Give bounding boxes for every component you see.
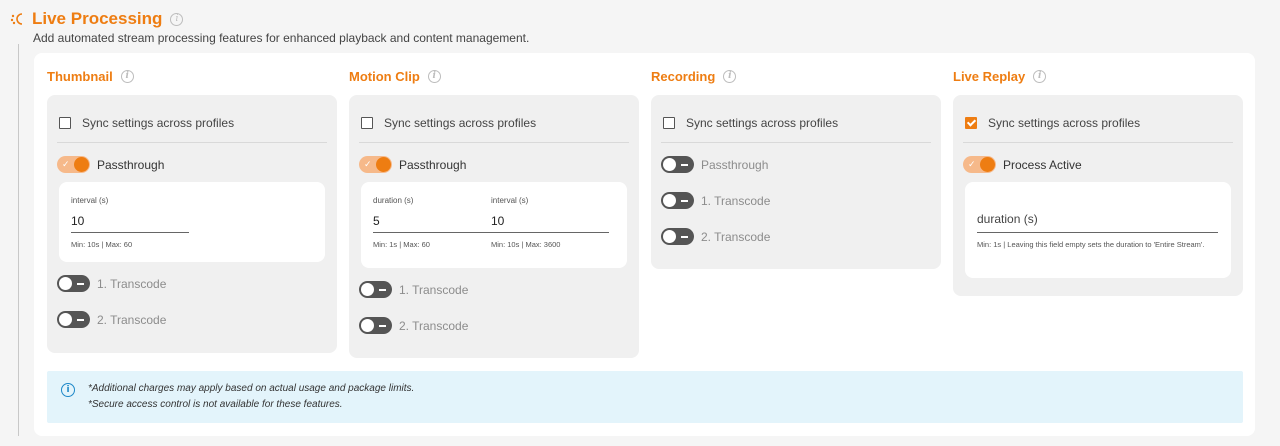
recording-title: Recording i xyxy=(651,69,737,84)
toggle-label: Process Active xyxy=(1003,157,1082,172)
duration-input[interactable]: duration (s) xyxy=(977,212,1218,226)
check-icon: ✓ xyxy=(968,159,976,169)
sync-checkbox[interactable] xyxy=(59,117,71,129)
toggle-label: 2. Transcode xyxy=(399,318,469,333)
info-icon[interactable]: i xyxy=(120,70,134,83)
notice-banner: i *Additional charges may apply based on… xyxy=(47,371,1243,423)
transcode-1-toggle-row[interactable]: 1. Transcode xyxy=(661,192,770,209)
sync-checkbox[interactable] xyxy=(361,117,373,129)
sync-label: Sync settings across profiles xyxy=(82,116,235,130)
live-processing-icon xyxy=(10,9,26,29)
toggle-label: 1. Transcode xyxy=(97,276,167,291)
interval-field[interactable]: interval (s) 10 Min: 10s | Max: 3600 xyxy=(491,196,609,251)
toggle-label: 2. Transcode xyxy=(701,229,771,244)
motion-clip-title: Motion Clip i xyxy=(349,69,441,84)
input-underline xyxy=(491,232,609,233)
transcode-1-toggle[interactable] xyxy=(57,275,90,292)
notice-line-2: *Secure access control is not available … xyxy=(88,399,343,410)
input-underline xyxy=(977,232,1218,233)
live-replay-card: Sync settings across profiles ✓ Process … xyxy=(953,95,1243,296)
sync-settings-row[interactable]: Sync settings across profiles xyxy=(361,116,536,130)
process-active-toggle-row[interactable]: ✓ Process Active xyxy=(963,156,1082,173)
recording-card: Sync settings across profiles Passthroug… xyxy=(651,95,941,269)
page-subtitle: Add automated stream processing features… xyxy=(33,31,530,45)
divider xyxy=(57,142,327,143)
toggle-label: 1. Transcode xyxy=(399,282,469,297)
toggle-label: 1. Transcode xyxy=(701,193,771,208)
interval-input[interactable]: 10 xyxy=(71,214,189,229)
field-hint: Min: 1s | Max: 60 xyxy=(373,240,430,249)
transcode-2-toggle[interactable] xyxy=(359,317,392,334)
divider xyxy=(661,142,931,143)
passthrough-toggle-row[interactable]: ✓ Passthrough xyxy=(57,156,164,173)
sync-settings-row[interactable]: Sync settings across profiles xyxy=(965,116,1140,130)
field-label: interval (s) xyxy=(491,196,529,205)
section-divider xyxy=(18,44,19,436)
column-title: Live Replay xyxy=(953,69,1026,84)
thumbnail-card: Sync settings across profiles ✓ Passthro… xyxy=(47,95,337,353)
input-underline xyxy=(71,232,189,233)
sync-label: Sync settings across profiles xyxy=(384,116,537,130)
info-icon[interactable]: i xyxy=(170,12,184,26)
info-icon[interactable]: i xyxy=(723,70,737,83)
settings-box: interval (s) 10 Min: 10s | Max: 60 xyxy=(59,182,325,262)
field-label: interval (s) xyxy=(71,196,109,205)
motion-clip-card: Sync settings across profiles ✓ Passthro… xyxy=(349,95,639,358)
page-title: Live Processing xyxy=(32,9,163,28)
transcode-1-toggle[interactable] xyxy=(359,281,392,298)
info-icon[interactable]: i xyxy=(427,70,441,83)
toggle-label: Passthrough xyxy=(97,157,165,172)
column-title: Thumbnail xyxy=(47,69,113,84)
check-icon: ✓ xyxy=(364,159,372,169)
settings-box: duration (s) Min: 1s | Leaving this fiel… xyxy=(965,182,1231,278)
interval-input[interactable]: 10 xyxy=(491,214,609,229)
divider xyxy=(963,142,1233,143)
transcode-2-toggle-row[interactable]: 2. Transcode xyxy=(359,317,468,334)
toggle-label: Passthrough xyxy=(399,157,467,172)
transcode-2-toggle[interactable] xyxy=(57,311,90,328)
sync-settings-row[interactable]: Sync settings across profiles xyxy=(663,116,838,130)
passthrough-toggle-row[interactable]: Passthrough xyxy=(661,156,768,173)
sync-label: Sync settings across profiles xyxy=(686,116,839,130)
transcode-2-toggle-row[interactable]: 2. Transcode xyxy=(661,228,770,245)
transcode-2-toggle[interactable] xyxy=(661,228,694,245)
transcode-1-toggle-row[interactable]: 1. Transcode xyxy=(359,281,468,298)
passthrough-toggle[interactable]: ✓ xyxy=(57,156,90,173)
check-icon: ✓ xyxy=(62,159,70,169)
field-hint: Min: 1s | Leaving this field empty sets … xyxy=(977,240,1205,249)
passthrough-toggle[interactable] xyxy=(661,156,694,173)
process-active-toggle[interactable]: ✓ xyxy=(963,156,996,173)
column-title: Motion Clip xyxy=(349,69,420,84)
sync-checkbox[interactable] xyxy=(663,117,675,129)
sync-checkbox[interactable] xyxy=(965,117,977,129)
notice-line-1: *Additional charges may apply based on a… xyxy=(88,383,415,394)
info-icon[interactable]: i xyxy=(1033,70,1047,83)
toggle-label: 2. Transcode xyxy=(97,312,167,327)
duration-input[interactable]: 5 xyxy=(373,214,491,229)
sync-settings-row[interactable]: Sync settings across profiles xyxy=(59,116,234,130)
section-header: Live Processing i xyxy=(10,6,184,32)
divider xyxy=(359,142,629,143)
passthrough-toggle[interactable]: ✓ xyxy=(359,156,392,173)
settings-box: duration (s) 5 Min: 1s | Max: 60 interva… xyxy=(361,182,627,268)
field-hint: Min: 10s | Max: 60 xyxy=(71,240,133,249)
interval-field[interactable]: interval (s) 10 Min: 10s | Max: 60 xyxy=(71,196,189,251)
column-title: Recording xyxy=(651,69,716,84)
field-label: duration (s) xyxy=(373,196,414,205)
input-underline xyxy=(373,232,491,233)
transcode-1-toggle-row[interactable]: 1. Transcode xyxy=(57,275,166,292)
passthrough-toggle-row[interactable]: ✓ Passthrough xyxy=(359,156,466,173)
thumbnail-title: Thumbnail i xyxy=(47,69,134,84)
info-icon: i xyxy=(61,383,75,397)
live-replay-title: Live Replay i xyxy=(953,69,1047,84)
field-hint: Min: 10s | Max: 3600 xyxy=(491,240,561,249)
transcode-1-toggle[interactable] xyxy=(661,192,694,209)
toggle-label: Passthrough xyxy=(701,157,769,172)
duration-field[interactable]: duration (s) 5 Min: 1s | Max: 60 xyxy=(373,196,491,251)
transcode-2-toggle-row[interactable]: 2. Transcode xyxy=(57,311,166,328)
sync-label: Sync settings across profiles xyxy=(988,116,1141,130)
duration-field[interactable]: duration (s) Min: 1s | Leaving this fiel… xyxy=(977,212,1218,251)
